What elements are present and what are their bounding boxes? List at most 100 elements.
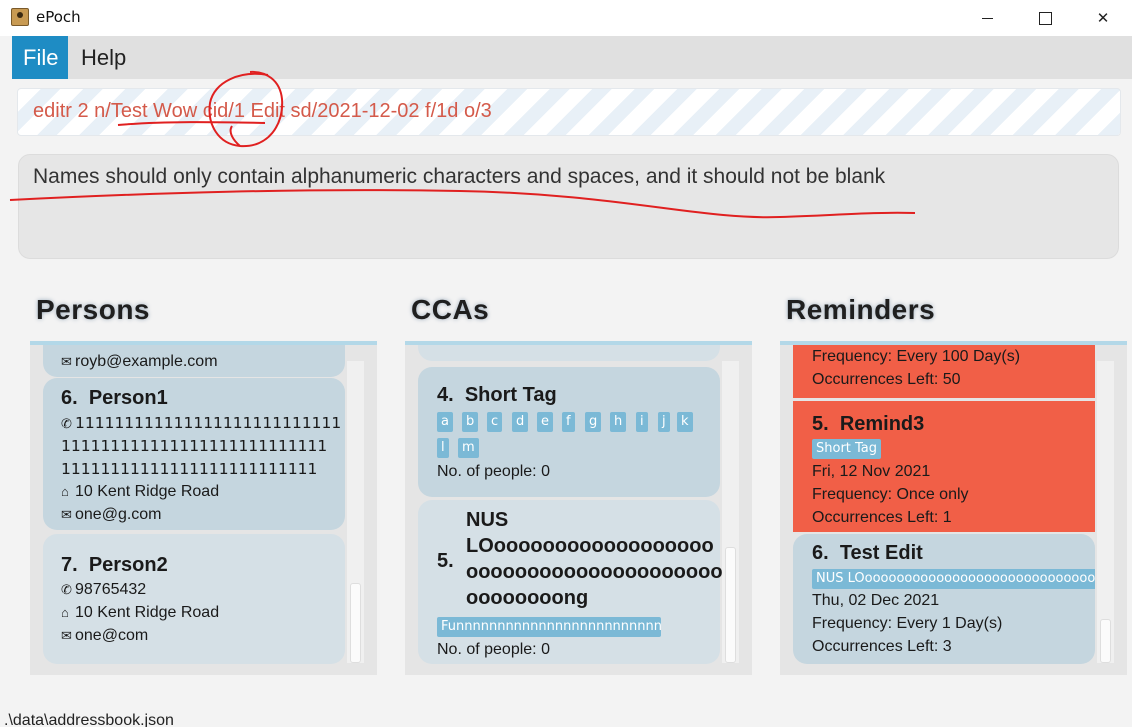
cca-tag: m <box>458 438 479 458</box>
cca-tag: l <box>437 438 449 458</box>
person-email-partial: ✉ royb@example.com <box>61 353 218 371</box>
person-address-text: 10 Kent Ridge Road <box>75 483 220 500</box>
cca-name-text: Short Tag <box>464 384 557 406</box>
reminders-list[interactable]: Frequency: Every 100 Day(s) Occurrences … <box>780 341 1127 675</box>
reminder-card-partial[interactable]: Frequency: Every 100 Day(s) Occurrences … <box>793 345 1095 398</box>
person-index: 6. <box>61 387 78 409</box>
cca-tag: k <box>677 412 693 432</box>
cca-tag: c <box>487 412 503 432</box>
reminder-card[interactable]: 5. Remind3 Short Tag Fri, 12 Nov 2021 Fr… <box>793 401 1095 532</box>
cca-name-line: oooooooong <box>466 587 589 609</box>
reminder-occurrences: Occurrences Left: 50 <box>812 371 961 388</box>
email-icon: ✉ <box>61 628 72 643</box>
cca-name-line: LOoooooooooooooooooo <box>466 535 714 557</box>
reminder-index: 5. <box>812 413 829 435</box>
reminders-scroll-thumb[interactable] <box>1100 619 1111 663</box>
cca-tag: h <box>610 412 627 432</box>
reminder-occurrences: Occurrences Left: 1 <box>812 509 952 526</box>
maximize-button[interactable] <box>1016 0 1074 36</box>
cca-card-partial[interactable] <box>418 345 720 361</box>
cca-name-line: ooooooooooooooooooooo <box>466 561 723 583</box>
reminder-card[interactable]: 6. Test Edit NUS LOooooooooooooooooooooo… <box>793 534 1095 664</box>
persons-list[interactable]: ✉ royb@example.com 6. Person1 ✆ 1111111111… <box>30 341 377 675</box>
persons-scroll-thumb[interactable] <box>350 583 361 663</box>
ccas-list[interactable]: 4. Short Tag a b c d e f g h i j k l m N… <box>405 341 752 675</box>
person-name: 7. Person2 <box>61 554 168 577</box>
cca-name-line: NUS <box>466 509 509 531</box>
cca-tag: j <box>658 412 670 432</box>
reminder-date: Thu, 02 Dec 2021 <box>812 592 940 609</box>
reminder-date: Fri, 12 Nov 2021 <box>812 463 931 480</box>
persons-scrollbar[interactable] <box>347 361 364 663</box>
person-address: ⌂ 10 Kent Ridge Road <box>61 604 219 622</box>
cca-card[interactable]: 4. Short Tag a b c d e f g h i j k l m N… <box>418 367 720 497</box>
cca-card[interactable]: 5. NUS LOoooooooooooooooooo oooooooooooo… <box>418 500 723 664</box>
result-message: Names should only contain alphanumeric c… <box>33 165 886 188</box>
person-email: ✉ one@com <box>61 627 148 645</box>
reminder-name: 5. Remind3 <box>812 413 924 436</box>
phone-icon: ✆ <box>61 417 72 432</box>
menu-bar: File Help <box>12 36 1132 79</box>
person-phone-line-2: 111111111111111111111111111 <box>61 437 328 455</box>
person-phone: ✆ 111111111111111111111111111 <box>61 414 341 432</box>
status-bar-path: .\data\addressbook.json <box>4 712 174 727</box>
home-icon: ⌂ <box>61 605 69 620</box>
person-card[interactable]: 6. Person1 ✆ 111111111111111111111111111 … <box>43 378 345 530</box>
person-name-text: Person2 <box>88 554 168 576</box>
command-input[interactable]: editr 2 n/Test Wow cid/1 Edit sd/2021-12… <box>17 88 1121 136</box>
phone-icon: ✆ <box>61 582 72 597</box>
reminder-index: 6. <box>812 542 829 564</box>
email-icon: ✉ <box>61 507 72 522</box>
ccas-scroll-thumb[interactable] <box>725 547 736 663</box>
title-bar: ePoch <box>0 0 1132 36</box>
cca-people-count: No. of people: 0 <box>437 641 550 658</box>
reminder-frequency: Frequency: Once only <box>812 486 969 503</box>
reminders-title: Reminders <box>786 294 936 325</box>
person-phone-line-3: 11111111111111111111111111 <box>61 460 318 478</box>
person-card-partial[interactable]: ✉ royb@example.com <box>43 345 345 377</box>
cca-tag: g <box>585 412 602 432</box>
cca-tag: i <box>636 412 648 432</box>
person-card[interactable]: 7. Person2 ✆ 98765432 ⌂ 10 Kent Ridge Road… <box>43 534 345 664</box>
person-phone-line: 111111111111111111111111111 <box>75 414 342 432</box>
cca-people-count: No. of people: 0 <box>437 463 550 480</box>
reminder-name-text: Remind3 <box>839 413 925 435</box>
cca-name: 4. Short Tag <box>437 384 557 407</box>
person-email-text: royb@example.com <box>75 353 218 370</box>
cca-tag: Funnnnnnnnnnnnnnnnnnnnnnnnn <box>437 617 661 637</box>
cca-index: 4. <box>437 384 454 406</box>
cca-tag: d <box>512 412 529 432</box>
cca-tag: b <box>462 412 479 432</box>
app-icon <box>11 8 29 26</box>
email-icon: ✉ <box>61 354 72 369</box>
close-button[interactable] <box>1074 0 1132 36</box>
reminder-frequency: Frequency: Every 100 Day(s) <box>812 348 1021 365</box>
reminder-frequency: Frequency: Every 1 Day(s) <box>812 615 1003 632</box>
command-text: editr 2 n/Test Wow cid/1 Edit sd/2021-12… <box>33 100 492 122</box>
cca-index: 5. <box>437 550 454 572</box>
cca-tag: a <box>437 412 453 432</box>
minimize-button[interactable] <box>958 0 1016 36</box>
person-address: ⌂ 10 Kent Ridge Road <box>61 483 219 501</box>
person-email-text: one@com <box>75 627 149 644</box>
result-display: Names should only contain alphanumeric c… <box>18 154 1119 259</box>
person-name: 6. Person1 <box>61 387 168 410</box>
window-title: ePoch <box>36 8 81 26</box>
home-icon: ⌂ <box>61 484 69 499</box>
reminder-occurrences: Occurrences Left: 3 <box>812 638 952 655</box>
cca-tag: e <box>537 412 553 432</box>
person-address-text: 10 Kent Ridge Road <box>75 604 220 621</box>
reminder-name-text: Test Edit <box>839 542 923 564</box>
person-index: 7. <box>61 554 78 576</box>
person-name-text: Person1 <box>88 387 168 409</box>
ccas-title: CCAs <box>411 294 490 325</box>
reminders-scrollbar[interactable] <box>1097 361 1114 663</box>
person-phone: ✆ 98765432 <box>61 581 146 599</box>
menu-file[interactable]: File <box>12 36 68 79</box>
menu-help[interactable]: Help <box>70 36 137 79</box>
person-phone-text: 98765432 <box>75 581 147 598</box>
reminder-tag: Short Tag <box>812 439 882 459</box>
ccas-scrollbar[interactable] <box>722 361 739 663</box>
cca-tag: f <box>562 412 575 432</box>
reminder-tag: NUS LOoooooooooooooooooooooooooooooooooo… <box>812 569 1095 589</box>
